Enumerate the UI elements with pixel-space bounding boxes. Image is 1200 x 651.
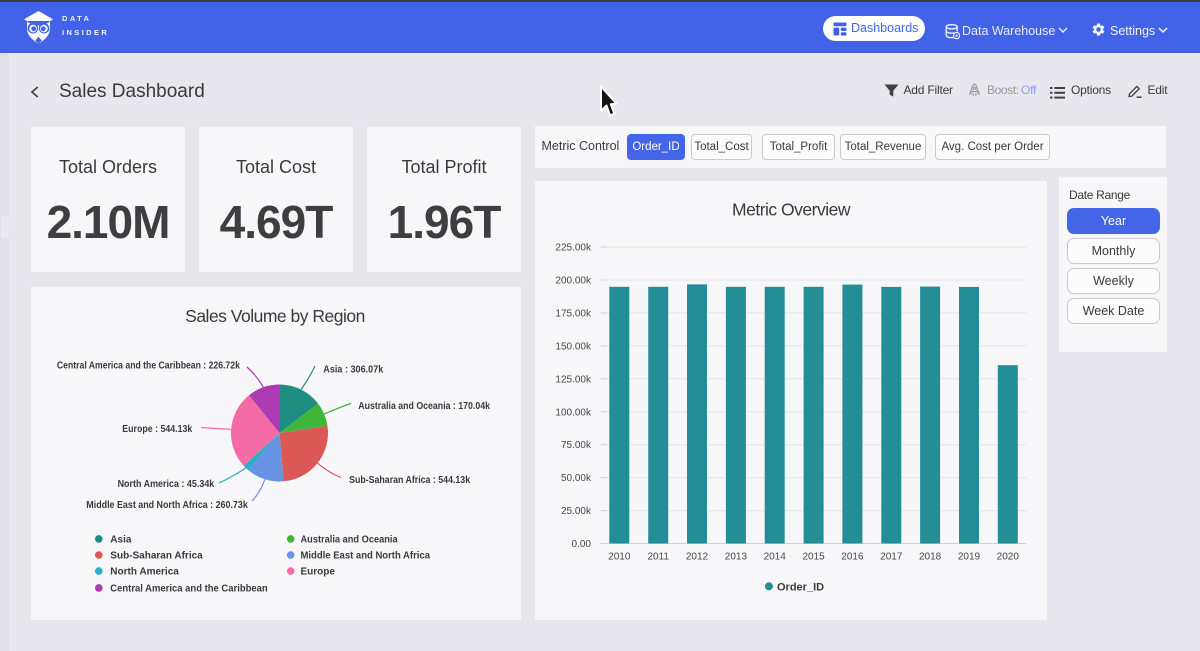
svg-text:Europe: Europe [301,567,336,578]
svg-text:2020: 2020 [997,552,1020,563]
svg-text:North America : 45.34k: North America : 45.34k [118,479,215,490]
svg-text:2019: 2019 [958,552,981,563]
svg-text:175.00k: 175.00k [555,308,592,319]
svg-text:2011: 2011 [647,552,669,563]
svg-text:Sub-Saharan Africa: Sub-Saharan Africa [110,551,203,562]
svg-text:125.00k: 125.00k [555,374,592,385]
svg-text:Australia and Oceania : 170.04: Australia and Oceania : 170.04k [358,401,490,412]
svg-text:0.00: 0.00 [572,539,592,550]
svg-text:50.00k: 50.00k [561,473,592,484]
svg-text:2017: 2017 [880,552,903,563]
svg-text:Asia: Asia [110,534,132,545]
svg-text:Central America and the Caribb: Central America and the Caribbean [110,583,267,594]
svg-text:Order_ID: Order_ID [777,581,824,593]
svg-text:Central America and the Caribb: Central America and the Caribbean : 226.… [57,361,240,372]
svg-text:Sales Volume by Region: Sales Volume by Region [185,306,365,326]
svg-text:Sub-Saharan Africa : 544.13k: Sub-Saharan Africa : 544.13k [349,475,470,486]
svg-text:25.00k: 25.00k [561,506,592,517]
svg-text:75.00k: 75.00k [561,440,592,451]
svg-text:Middle East and North Africa :: Middle East and North Africa : 260.73k [86,500,248,511]
svg-text:Metric Overview: Metric Overview [732,199,851,219]
svg-text:Australia and Oceania: Australia and Oceania [301,534,398,545]
svg-text:2014: 2014 [764,552,787,563]
svg-text:Middle East and North Africa: Middle East and North Africa [301,551,431,562]
svg-text:225.00k: 225.00k [555,243,592,254]
svg-text:Europe : 544.13k: Europe : 544.13k [122,424,192,435]
svg-text:2015: 2015 [802,552,825,563]
svg-text:North America: North America [110,567,179,578]
svg-text:200.00k: 200.00k [555,276,592,287]
svg-text:150.00k: 150.00k [555,341,592,352]
svg-text:2010: 2010 [608,552,631,563]
svg-text:2016: 2016 [841,552,864,563]
svg-text:2013: 2013 [725,552,748,563]
svg-text:2012: 2012 [686,552,709,563]
svg-text:2018: 2018 [919,552,942,563]
svg-text:100.00k: 100.00k [555,407,592,418]
svg-text:Asia : 306.07k: Asia : 306.07k [323,364,383,375]
